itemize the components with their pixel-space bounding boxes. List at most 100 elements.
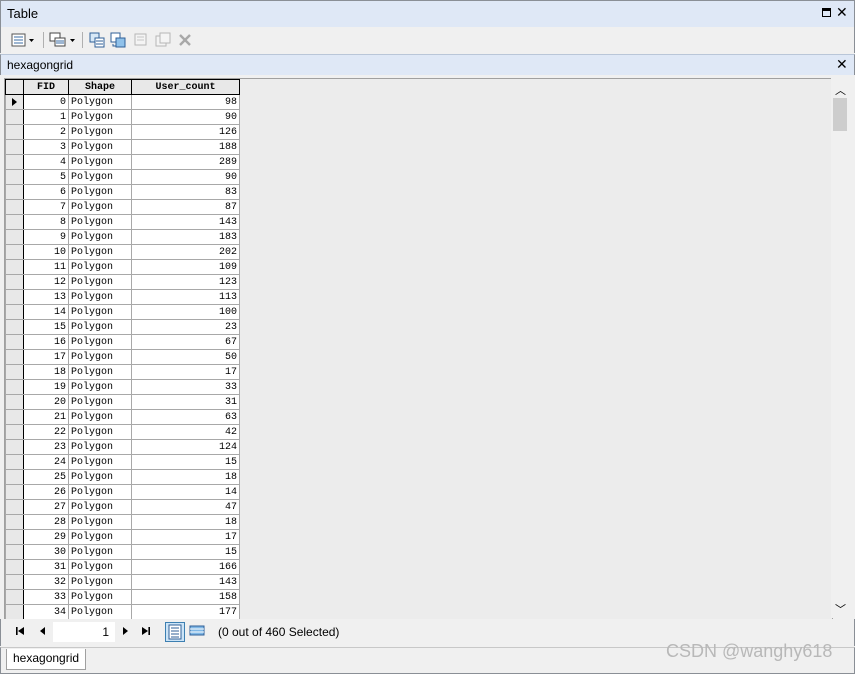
delete-selected-button[interactable] [178, 32, 192, 48]
row-selector[interactable] [5, 259, 24, 275]
switch-selection-button[interactable] [110, 32, 126, 48]
tab-hexagongrid[interactable]: hexagongrid [6, 649, 87, 670]
cell-user-count[interactable]: 98 [131, 94, 240, 110]
cell-user-count[interactable]: 83 [131, 184, 240, 200]
row-selector[interactable] [5, 289, 24, 305]
cell-fid[interactable]: 11 [23, 259, 69, 275]
cell-shape[interactable]: Polygon [68, 109, 132, 125]
cell-shape[interactable]: Polygon [68, 184, 132, 200]
cell-fid[interactable]: 22 [23, 424, 69, 440]
table-row[interactable]: 19 Polygon 33 [5, 379, 240, 395]
cell-shape[interactable]: Polygon [68, 439, 132, 455]
cell-shape[interactable]: Polygon [68, 319, 132, 335]
cell-user-count[interactable]: 143 [131, 214, 240, 230]
zoom-to-selected-button[interactable] [155, 32, 171, 48]
row-selector[interactable] [5, 454, 24, 470]
table-row[interactable]: 23 Polygon 124 [5, 439, 240, 455]
cell-user-count[interactable]: 15 [131, 544, 240, 560]
row-selector[interactable] [5, 409, 24, 425]
table-row[interactable]: 12 Polygon 123 [5, 274, 240, 290]
cell-fid[interactable]: 29 [23, 529, 69, 545]
table-row[interactable]: 18 Polygon 17 [5, 364, 240, 380]
row-selector[interactable] [5, 424, 24, 440]
table-row[interactable]: 3 Polygon 188 [5, 139, 240, 155]
cell-fid[interactable]: 12 [23, 274, 69, 290]
row-selector[interactable] [5, 274, 24, 290]
cell-fid[interactable]: 14 [23, 304, 69, 320]
row-selector[interactable] [5, 604, 24, 619]
table-row[interactable]: 25 Polygon 18 [5, 469, 240, 485]
cell-shape[interactable]: Polygon [68, 94, 132, 110]
table-row[interactable]: 32 Polygon 143 [5, 574, 240, 590]
table-row[interactable]: 17 Polygon 50 [5, 349, 240, 365]
row-selector[interactable] [5, 169, 24, 185]
cell-fid[interactable]: 33 [23, 589, 69, 605]
first-record-button[interactable] [15, 626, 25, 639]
cell-fid[interactable]: 18 [23, 364, 69, 380]
cell-fid[interactable]: 9 [23, 229, 69, 245]
cell-shape[interactable]: Polygon [68, 424, 132, 440]
cell-shape[interactable]: Polygon [68, 214, 132, 230]
cell-user-count[interactable]: 33 [131, 379, 240, 395]
cell-user-count[interactable]: 289 [131, 154, 240, 170]
cell-user-count[interactable]: 143 [131, 574, 240, 590]
row-selector[interactable] [5, 214, 24, 230]
table-row[interactable]: 7 Polygon 87 [5, 199, 240, 215]
row-selector[interactable] [5, 319, 24, 335]
row-selector[interactable] [5, 574, 24, 590]
row-selector[interactable] [5, 364, 24, 380]
row-selector[interactable] [5, 394, 24, 410]
scroll-thumb[interactable] [833, 98, 847, 131]
table-row[interactable]: 22 Polygon 42 [5, 424, 240, 440]
row-selector[interactable] [5, 109, 24, 125]
last-record-button[interactable] [141, 626, 151, 639]
table-row[interactable]: 13 Polygon 113 [5, 289, 240, 305]
cell-fid[interactable]: 13 [23, 289, 69, 305]
scroll-up-arrow[interactable]: ︿ [835, 82, 846, 98]
cell-user-count[interactable]: 202 [131, 244, 240, 260]
table-row[interactable]: 30 Polygon 15 [5, 544, 240, 560]
table-row[interactable]: 9 Polygon 183 [5, 229, 240, 245]
table-row[interactable]: 8 Polygon 143 [5, 214, 240, 230]
row-selector[interactable] [5, 154, 24, 170]
cell-user-count[interactable]: 177 [131, 604, 240, 619]
table-row[interactable]: 2 Polygon 126 [5, 124, 240, 140]
table-row[interactable]: 5 Polygon 90 [5, 169, 240, 185]
row-selector[interactable] [5, 589, 24, 605]
vertical-scrollbar[interactable]: ︿ ﹀ [831, 78, 849, 618]
table-row[interactable]: 33 Polygon 158 [5, 589, 240, 605]
table-row[interactable]: 10 Polygon 202 [5, 244, 240, 260]
cell-user-count[interactable]: 17 [131, 529, 240, 545]
cell-fid[interactable]: 34 [23, 604, 69, 619]
row-selector[interactable] [5, 184, 24, 200]
cell-user-count[interactable]: 126 [131, 124, 240, 140]
table-row[interactable]: 0 Polygon 98 [5, 94, 240, 110]
related-tables-button[interactable] [49, 32, 77, 48]
cell-fid[interactable]: 28 [23, 514, 69, 530]
row-selector[interactable] [5, 139, 24, 155]
previous-record-button[interactable] [39, 626, 47, 639]
cell-shape[interactable]: Polygon [68, 124, 132, 140]
cell-shape[interactable]: Polygon [68, 514, 132, 530]
cell-user-count[interactable]: 47 [131, 499, 240, 515]
row-selector[interactable] [5, 334, 24, 350]
cell-shape[interactable]: Polygon [68, 229, 132, 245]
cell-user-count[interactable]: 63 [131, 409, 240, 425]
cell-shape[interactable]: Polygon [68, 364, 132, 380]
table-row[interactable]: 20 Polygon 31 [5, 394, 240, 410]
cell-fid[interactable]: 3 [23, 139, 69, 155]
cell-user-count[interactable]: 14 [131, 484, 240, 500]
cell-user-count[interactable]: 50 [131, 349, 240, 365]
cell-shape[interactable]: Polygon [68, 349, 132, 365]
cell-user-count[interactable]: 188 [131, 139, 240, 155]
next-record-button[interactable] [121, 626, 129, 639]
table-row[interactable]: 14 Polygon 100 [5, 304, 240, 320]
cell-user-count[interactable]: 90 [131, 109, 240, 125]
cell-shape[interactable]: Polygon [68, 139, 132, 155]
clear-selection-button[interactable] [134, 32, 148, 48]
row-selector[interactable] [5, 439, 24, 455]
cell-fid[interactable]: 26 [23, 484, 69, 500]
cell-shape[interactable]: Polygon [68, 604, 132, 619]
row-selector[interactable] [5, 199, 24, 215]
cell-shape[interactable]: Polygon [68, 244, 132, 260]
